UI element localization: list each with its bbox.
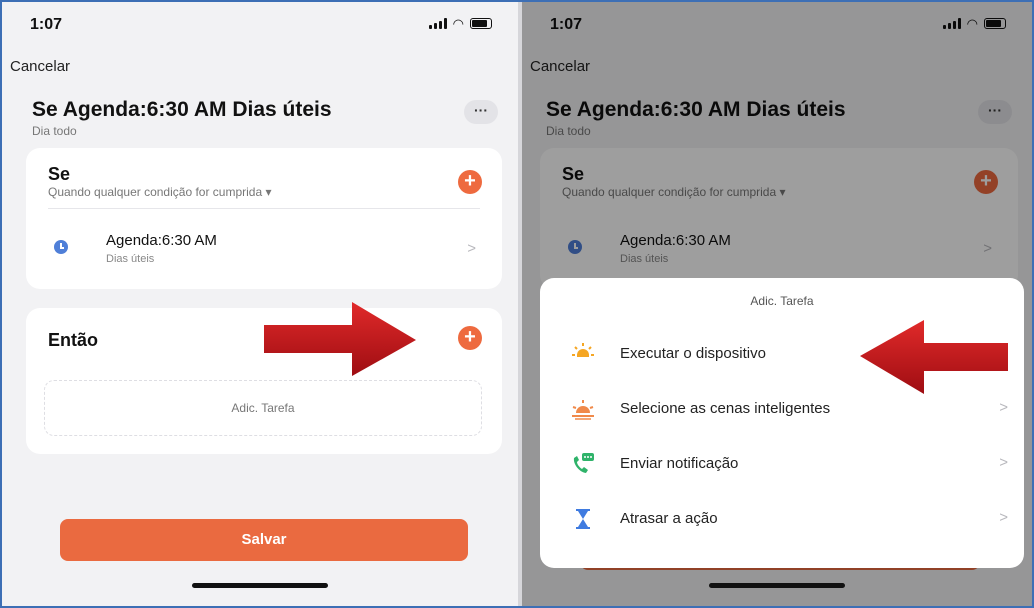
option-label: Enviar notificação: [620, 455, 739, 472]
sheet-title: Adic. Tarefa: [750, 294, 814, 308]
option-label: Executar o dispositivo: [620, 345, 766, 362]
if-condition-card: Se Quando qualquer condição for cumprida…: [26, 148, 502, 289]
hourglass-icon: [576, 509, 590, 529]
schedule-condition-title[interactable]: Agenda:6:30 AM: [106, 232, 217, 249]
home-indicator: [709, 583, 845, 588]
right-phone-screen: 1:07 ◠ Cancelar Se Agenda:6:30 AM Dias ú…: [522, 2, 1032, 606]
divider: [48, 208, 480, 209]
chevron-right-icon: >: [999, 509, 1008, 526]
chevron-right-icon: >: [999, 399, 1008, 416]
red-arrow-annotation: [264, 302, 416, 376]
phone-message-icon: [573, 453, 594, 473]
chevron-right-icon[interactable]: >: [467, 240, 476, 257]
clock-icon: [54, 240, 68, 254]
home-indicator: [192, 583, 328, 588]
condition-mode-dropdown[interactable]: Quando qualquer condição for cumprida ▾: [48, 185, 272, 199]
add-task-placeholder[interactable]: Adic. Tarefa: [44, 380, 482, 436]
more-options-button[interactable]: ···: [464, 100, 498, 124]
sunrise-icon: [572, 400, 594, 420]
then-card-title: Então: [48, 330, 99, 350]
add-action-button[interactable]: +: [458, 326, 482, 350]
signal-icon: [428, 18, 447, 29]
option-delay-action[interactable]: Atrasar a ação >: [540, 499, 1024, 539]
save-button[interactable]: Salvar: [60, 519, 468, 561]
sun-device-icon: [572, 343, 594, 362]
status-time: 1:07: [30, 16, 63, 33]
add-condition-button[interactable]: +: [458, 170, 482, 194]
page-subtitle: Dia todo: [32, 124, 77, 138]
battery-icon: [470, 18, 492, 29]
cancel-button[interactable]: Cancelar: [10, 58, 70, 75]
option-label: Selecione as cenas inteligentes: [620, 400, 831, 417]
if-card-title: Se: [48, 164, 71, 184]
red-arrow-annotation: [860, 320, 1008, 394]
option-send-notification[interactable]: Enviar notificação >: [540, 444, 1024, 484]
option-label: Atrasar a ação: [620, 510, 718, 527]
schedule-condition-days: Dias úteis: [106, 253, 155, 265]
chevron-right-icon: >: [999, 454, 1008, 471]
status-icons: ◠: [428, 16, 492, 31]
page-title: Se Agenda:6:30 AM Dias úteis: [32, 98, 332, 121]
left-phone-screen: 1:07 ◠ Cancelar Se Agenda:6:30 AM Dias ú…: [2, 2, 518, 606]
wifi-icon: ◠: [452, 16, 464, 31]
